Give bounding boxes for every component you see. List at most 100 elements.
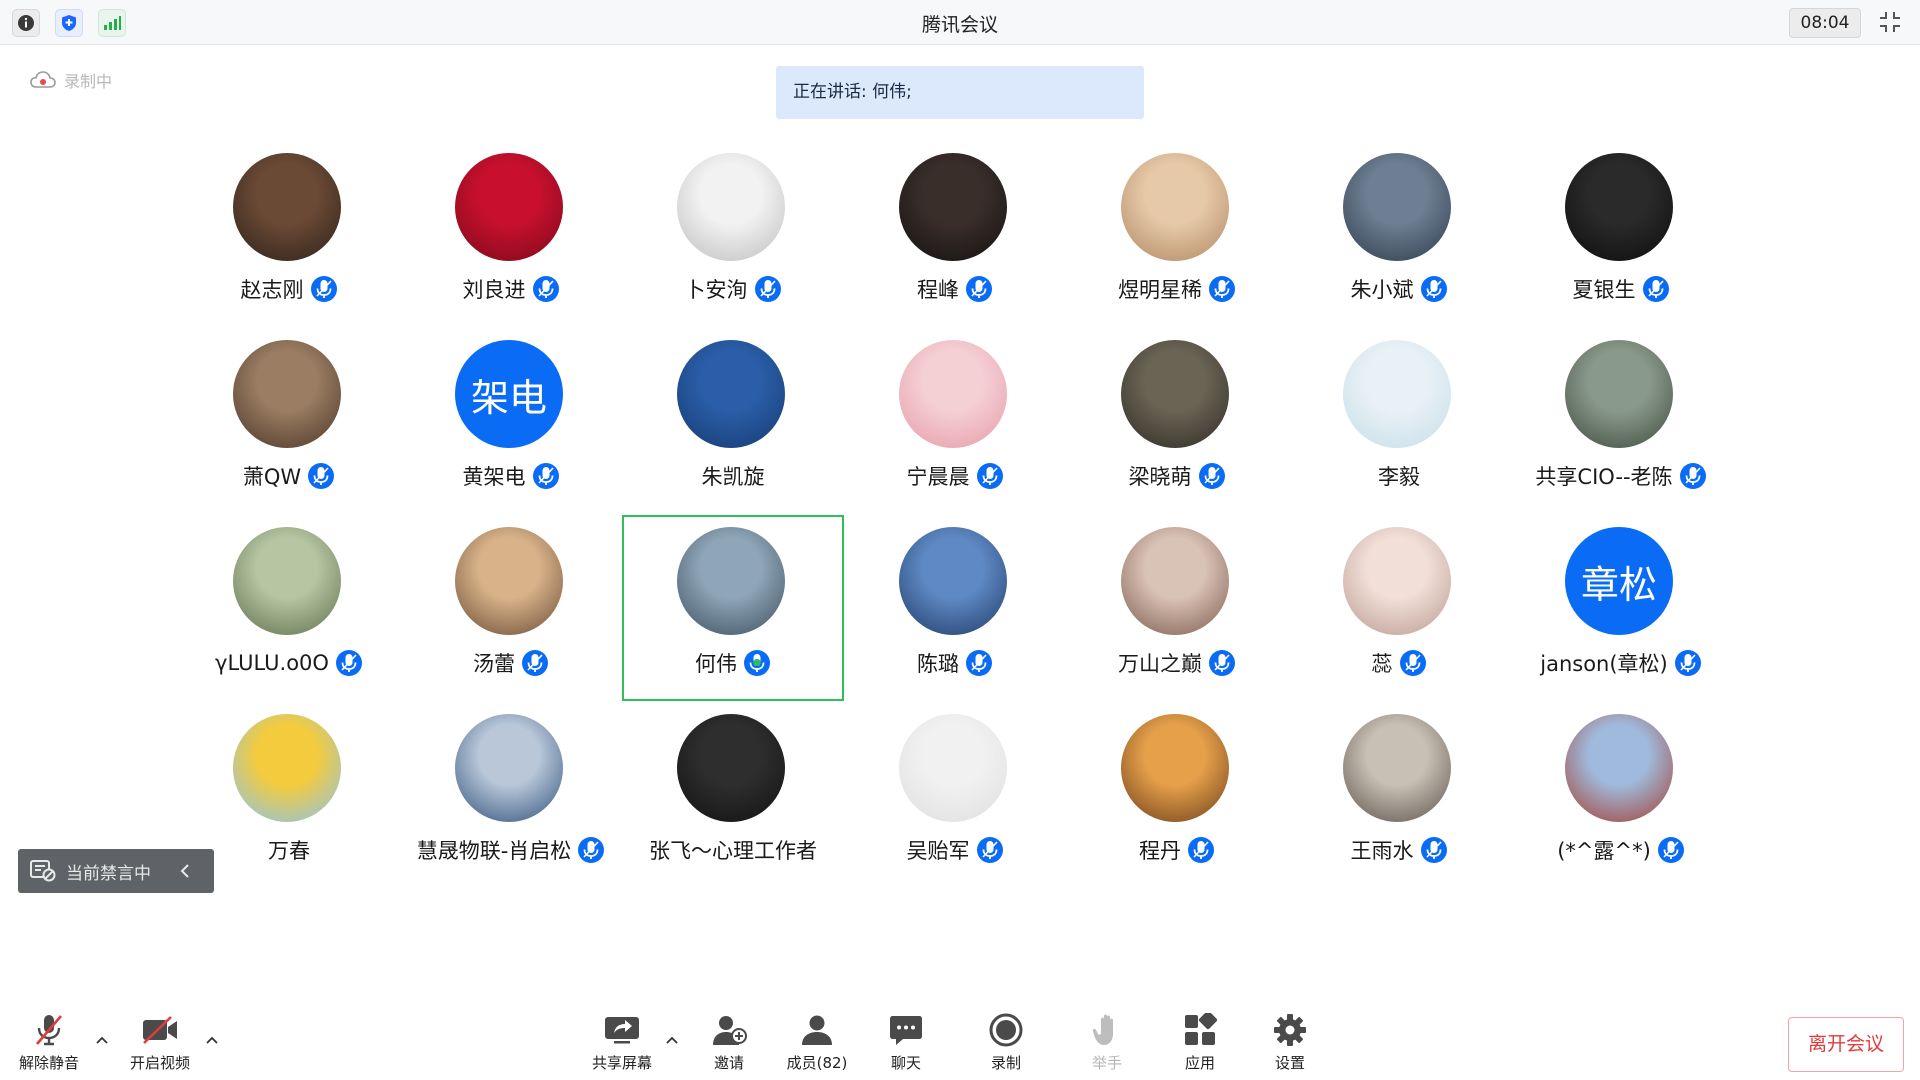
participant-tile[interactable]: 张飞～心理工作者	[622, 702, 844, 888]
avatar: 章松	[1565, 527, 1673, 635]
participant-tile[interactable]: 程峰	[844, 141, 1066, 327]
participant-tile[interactable]: 李毅	[1288, 328, 1510, 514]
participant-name-row: 朱凯旋	[622, 460, 844, 492]
participant-name: 宁晨晨	[906, 465, 970, 489]
participant-tile[interactable]: 架电 黄架电	[400, 328, 622, 514]
participant-name: 共享CIO--老陈	[1535, 465, 1673, 489]
participant-tile[interactable]: 卜安洵	[622, 141, 844, 327]
bottom-toolbar: 解除静音 开启视频 共享屏幕 邀请 成员(82) 聊天 录制 举手 应用 设置	[0, 1000, 1920, 1080]
invite-button[interactable]: 邀请	[684, 1012, 774, 1074]
participant-name: 陈璐	[917, 652, 959, 676]
mic-icon	[308, 463, 335, 489]
mic-icon	[532, 276, 559, 302]
participant-name-row: (*^露^*)	[1510, 834, 1732, 866]
participant-tile[interactable]: γLULU.o0O	[178, 515, 400, 701]
participant-tile[interactable]: 蕊	[1288, 515, 1510, 701]
avatar	[1343, 527, 1451, 635]
mic-icon	[335, 650, 362, 676]
participant-name-row: 煜明星稀	[1066, 273, 1288, 305]
signal-icon[interactable]	[98, 9, 126, 37]
mic-icon	[966, 650, 992, 676]
hand-icon	[1088, 1012, 1126, 1048]
participant-name: 黄架电	[462, 465, 526, 489]
participant-tile-speaking[interactable]: 何伟	[622, 515, 844, 701]
avatar	[1343, 714, 1451, 822]
mic-icon	[1674, 650, 1701, 676]
participant-tile[interactable]: 朱小斌	[1288, 141, 1510, 327]
participant-name-row: 程丹	[1066, 834, 1288, 866]
recording-label: 录制中	[64, 72, 113, 91]
participant-name-row: 汤蕾	[400, 647, 622, 679]
mic-icon	[1642, 276, 1669, 302]
start-video-button[interactable]: 开启视频	[115, 1012, 205, 1074]
settings-button[interactable]: 设置	[1245, 1012, 1335, 1074]
participant-name: 赵志刚	[240, 278, 304, 302]
members-button[interactable]: 成员(82)	[772, 1012, 862, 1074]
participant-tile[interactable]: 梁晓萌	[1066, 328, 1288, 514]
participant-tile[interactable]: 煜明星稀	[1066, 141, 1288, 327]
participant-name-row: 刘良进	[400, 273, 622, 305]
avatar	[899, 340, 1007, 448]
video-options-caret[interactable]	[202, 1030, 222, 1050]
participant-name: 程峰	[917, 278, 959, 302]
participant-name-row: 程峰	[844, 273, 1066, 305]
mic-icon	[310, 276, 337, 302]
participant-tile[interactable]: 陈璐	[844, 515, 1066, 701]
shield-icon[interactable]	[55, 9, 83, 37]
unmute-button[interactable]: 解除静音	[4, 1012, 94, 1074]
mic-icon	[754, 276, 781, 302]
participant-name-row: 李毅	[1288, 460, 1510, 492]
apps-button[interactable]: 应用	[1155, 1012, 1245, 1074]
participant-tile[interactable]: 赵志刚	[178, 141, 400, 327]
participant-name-row: 蕊	[1288, 647, 1510, 679]
participant-tile[interactable]: (*^露^*)	[1510, 702, 1732, 888]
share-options-caret[interactable]	[662, 1030, 682, 1050]
participant-name: γLULU.o0O	[215, 651, 329, 675]
audio-options-caret[interactable]	[92, 1030, 112, 1050]
record-button[interactable]: 录制	[961, 1012, 1051, 1074]
participant-name: 朱凯旋	[701, 465, 765, 489]
chevron-left-icon[interactable]	[179, 863, 191, 879]
share-screen-button[interactable]: 共享屏幕	[577, 1012, 667, 1074]
participant-tile[interactable]: 慧晟物联-肖启松	[400, 702, 622, 888]
participant-tile[interactable]: 刘良进	[400, 141, 622, 327]
avatar	[899, 714, 1007, 822]
participant-tile[interactable]: 吴贻军	[844, 702, 1066, 888]
avatar	[1121, 527, 1229, 635]
chat-banned-label: 当前禁言中	[66, 863, 151, 884]
participant-name-row: 张飞～心理工作者	[622, 834, 844, 866]
participant-tile[interactable]: 王雨水	[1288, 702, 1510, 888]
participant-tile[interactable]: 朱凯旋	[622, 328, 844, 514]
chat-banned-pill[interactable]: 当前禁言中	[18, 849, 214, 893]
participant-name-row: 赵志刚	[178, 273, 400, 305]
participant-name: 刘良进	[462, 278, 526, 302]
participant-tile[interactable]: 章松 janson(章松)	[1510, 515, 1732, 701]
participant-name: 吴贻军	[906, 839, 970, 863]
avatar	[455, 153, 563, 261]
meeting-timer: 08:04	[1789, 8, 1861, 38]
mic-icon	[532, 463, 559, 489]
participant-tile[interactable]: 汤蕾	[400, 515, 622, 701]
participant-name-row: 萧QW	[178, 460, 400, 492]
chat-button[interactable]: 聊天	[861, 1012, 951, 1074]
participant-name: 夏银生	[1572, 278, 1636, 302]
avatar	[233, 340, 341, 448]
speaking-banner: 正在讲话: 何伟;	[776, 66, 1144, 119]
participant-tile[interactable]: 夏银生	[1510, 141, 1732, 327]
mic-icon	[1657, 837, 1684, 863]
participant-tile[interactable]: 宁晨晨	[844, 328, 1066, 514]
participant-name-row: 何伟	[624, 647, 842, 679]
participant-tile[interactable]: 程丹	[1066, 702, 1288, 888]
participant-name: (*^露^*)	[1557, 839, 1651, 863]
participant-name: 蕊	[1371, 652, 1393, 676]
info-icon[interactable]	[12, 9, 40, 37]
chat-icon	[887, 1012, 925, 1048]
avatar	[233, 153, 341, 261]
avatar	[455, 527, 563, 635]
raise-hand-button[interactable]: 举手	[1062, 1012, 1152, 1074]
participant-tile[interactable]: 萧QW	[178, 328, 400, 514]
participant-tile[interactable]: 万山之巅	[1066, 515, 1288, 701]
fullscreen-icon[interactable]	[1876, 9, 1904, 35]
participant-tile[interactable]: 共享CIO--老陈	[1510, 328, 1732, 514]
leave-meeting-button[interactable]: 离开会议	[1788, 1017, 1904, 1072]
